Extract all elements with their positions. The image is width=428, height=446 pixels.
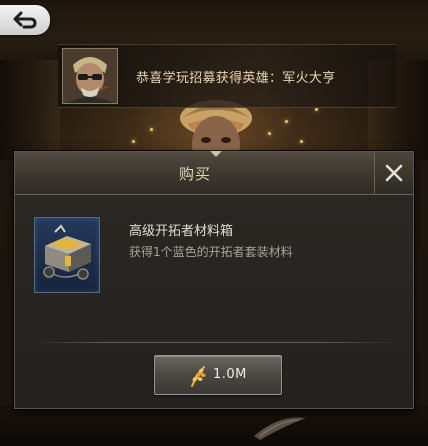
sparkle-particle bbox=[285, 120, 288, 123]
item-thumbnail bbox=[34, 217, 100, 293]
hero-portrait-icon bbox=[63, 49, 117, 103]
dialog-divider bbox=[33, 342, 395, 343]
material-crate-icon bbox=[43, 224, 91, 280]
close-button[interactable] bbox=[374, 152, 413, 194]
close-x-icon bbox=[385, 164, 403, 182]
background-pillar-left bbox=[0, 60, 60, 160]
back-button[interactable] bbox=[0, 5, 50, 35]
sparkle-particle bbox=[132, 140, 135, 143]
hero-avatar bbox=[62, 48, 118, 104]
sparkle-particle bbox=[150, 128, 153, 131]
dialog-header: 购买 bbox=[15, 151, 413, 195]
purchase-dialog: 购买 高级开拓者材料箱 获得1个蓝色的开拓者套装材料 1.0M bbox=[14, 151, 414, 409]
buy-price: 1.0M bbox=[213, 367, 247, 382]
item-name: 高级开拓者材料箱 bbox=[129, 224, 234, 239]
dialog-title: 购买 bbox=[178, 165, 211, 183]
back-arrow-icon bbox=[13, 11, 37, 29]
wheat-icon bbox=[191, 366, 206, 387]
sparkle-particle bbox=[268, 132, 271, 135]
hero-recruit-notification: 恭喜学玩招募获得英雄：军火大亨 bbox=[58, 44, 396, 108]
background-lower-scene bbox=[0, 405, 428, 446]
header-notch-ornament bbox=[210, 151, 222, 157]
sparkle-particle bbox=[315, 108, 318, 111]
knife-artwork bbox=[254, 417, 306, 440]
item-description: 获得1个蓝色的开拓者套装材料 bbox=[129, 245, 293, 259]
notification-text: 恭喜学玩招募获得英雄：军火大亨 bbox=[136, 71, 336, 86]
buy-button[interactable]: 1.0M bbox=[154, 355, 282, 395]
sparkle-particle bbox=[300, 140, 303, 143]
